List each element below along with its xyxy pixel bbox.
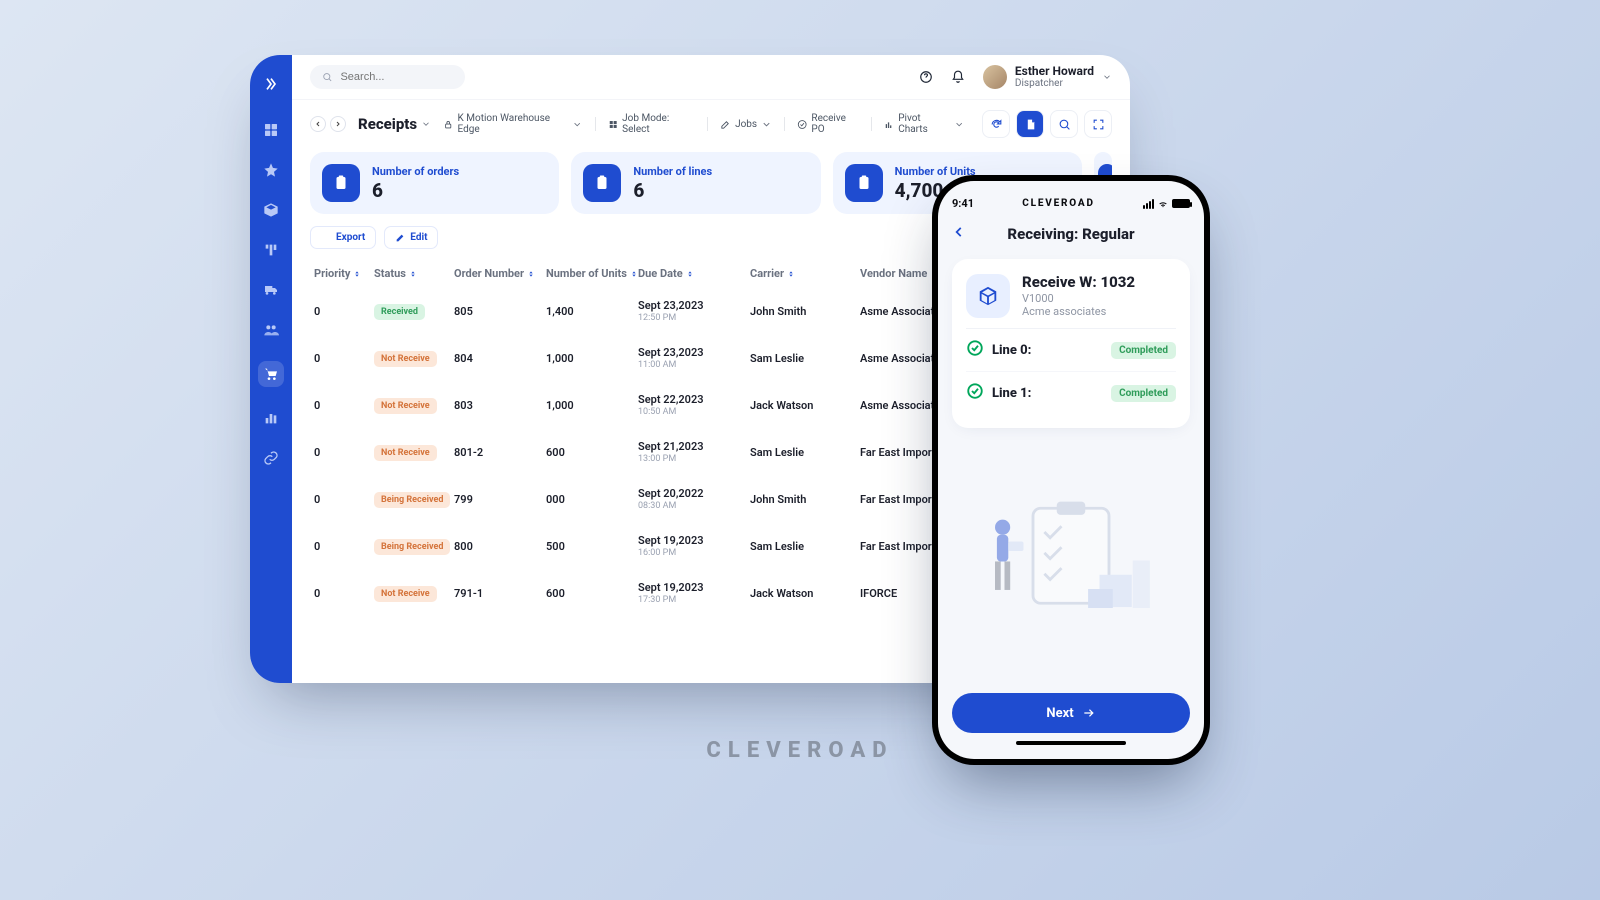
check-circle-icon: [797, 119, 807, 130]
nav-favorites-icon[interactable]: [262, 161, 280, 179]
refresh-button[interactable]: [982, 110, 1010, 138]
page-title-dropdown[interactable]: Receipts: [358, 115, 431, 133]
chevron-down-icon: [421, 119, 431, 129]
bell-icon[interactable]: [951, 70, 965, 84]
phone-header-title: Receiving: Regular: [952, 225, 1190, 243]
receipt-vcode: V1000: [1022, 292, 1135, 305]
edit-button[interactable]: Edit: [384, 226, 438, 249]
filter-warehouse[interactable]: K Motion Warehouse Edge: [443, 113, 583, 135]
col-status[interactable]: Status: [370, 259, 450, 288]
nav-forward-button[interactable]: [330, 116, 346, 132]
signal-icon: [1143, 199, 1154, 209]
nav-users-icon[interactable]: [262, 321, 280, 339]
phone-app-name: CLEVEROAD: [1022, 198, 1094, 209]
box-icon: [966, 274, 1010, 318]
col-due[interactable]: Due Date: [634, 259, 746, 288]
brand-watermark: CLEVEROAD: [0, 738, 1600, 763]
next-button[interactable]: Next: [952, 693, 1190, 733]
col-units[interactable]: Number of Units: [542, 259, 634, 288]
topbar: Esther Howard Dispatcher: [292, 55, 1130, 100]
nav-back-button[interactable]: [310, 116, 326, 132]
lock-icon: [443, 119, 453, 130]
nav-link-icon[interactable]: [262, 449, 280, 467]
signal-indicators: [1143, 199, 1190, 209]
user-menu[interactable]: Esther Howard Dispatcher: [983, 65, 1112, 89]
phone-statusbar: 9:41 CLEVEROAD: [952, 197, 1190, 210]
illustration: [952, 428, 1190, 693]
nav-inventory-icon[interactable]: [262, 201, 280, 219]
help-icon[interactable]: [919, 70, 933, 84]
download-icon: [321, 233, 331, 243]
receipt-card: Receive W: 1032 V1000 Acme associates Li…: [952, 259, 1190, 428]
document-button[interactable]: [1016, 110, 1044, 138]
avatar: [983, 65, 1007, 89]
nav-receiving-icon[interactable]: [258, 361, 284, 387]
chart-icon: [884, 119, 894, 130]
search-input[interactable]: [338, 70, 453, 84]
stat-lines: Number of lines6: [571, 152, 820, 214]
tool-icon: [720, 119, 731, 130]
expand-sidebar-icon[interactable]: [262, 75, 280, 93]
check-circle-icon: [966, 339, 984, 361]
fullscreen-button[interactable]: [1084, 110, 1112, 138]
toolbar: Receipts K Motion Warehouse Edge Job Mod…: [292, 100, 1130, 148]
grid-icon: [608, 119, 618, 130]
filter-pivot[interactable]: Pivot Charts: [884, 113, 964, 135]
export-button[interactable]: Export: [310, 226, 376, 249]
col-priority[interactable]: Priority: [310, 259, 370, 288]
nav-shipping-icon[interactable]: [262, 281, 280, 299]
battery-icon: [1172, 199, 1190, 208]
check-circle-icon: [966, 382, 984, 404]
pencil-icon: [395, 233, 405, 243]
sidebar: [250, 55, 292, 683]
col-order[interactable]: Order Number: [450, 259, 542, 288]
search-icon: [322, 71, 332, 83]
search-button[interactable]: [1050, 110, 1078, 138]
stat-orders: Number of orders6: [310, 152, 559, 214]
arrow-right-icon: [1082, 706, 1096, 720]
phone-time: 9:41: [952, 197, 974, 210]
clipboard-icon: [322, 164, 360, 202]
nav-org-icon[interactable]: [262, 241, 280, 259]
phone-device: 9:41 CLEVEROAD Receiving: Regular Receiv…: [932, 175, 1210, 765]
nav-reports-icon[interactable]: [262, 409, 280, 427]
user-name: Esther Howard: [1015, 65, 1094, 78]
nav-dashboard-icon[interactable]: [262, 121, 280, 139]
page-title: Receipts: [358, 115, 417, 133]
receipt-line[interactable]: Line 0:Completed: [966, 329, 1176, 372]
wifi-icon: [1157, 199, 1169, 209]
clipboard-icon: [583, 164, 621, 202]
receipt-line[interactable]: Line 1:Completed: [966, 372, 1176, 414]
filter-jobs[interactable]: Jobs: [720, 119, 772, 130]
clipboard-icon: [845, 164, 883, 202]
user-role: Dispatcher: [1015, 78, 1094, 89]
col-carrier[interactable]: Carrier: [746, 259, 856, 288]
receipt-vendor: Acme associates: [1022, 305, 1135, 318]
filter-jobmode[interactable]: Job Mode: Select: [608, 113, 695, 135]
search-input-wrap[interactable]: [310, 65, 465, 89]
receipt-title: Receive W: 1032: [1022, 273, 1135, 291]
chevron-down-icon: [1102, 72, 1112, 82]
filter-receivepo[interactable]: Receive PO: [797, 113, 859, 135]
